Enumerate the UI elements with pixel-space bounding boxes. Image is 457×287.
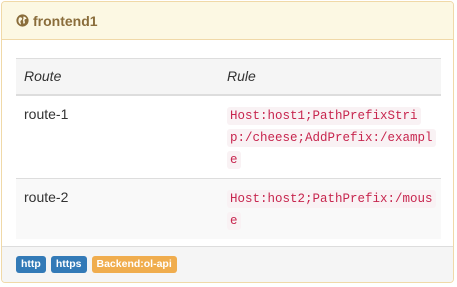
globe-icon bbox=[16, 14, 29, 27]
panel-body: Route Rule route-1 Host:host1;PathPrefix… bbox=[2, 40, 453, 246]
protocol-badge-https: https bbox=[50, 256, 87, 273]
table-row: route-2 Host:host2;PathPrefix:/mouse bbox=[16, 177, 441, 239]
route-name: route-1 bbox=[16, 94, 219, 178]
route-rule-cell: Host:host1;PathPrefixStrip:/cheese;AddPr… bbox=[219, 94, 441, 178]
protocol-badge-http: http bbox=[16, 256, 46, 273]
route-rule: Host:host2;PathPrefix:/mouse bbox=[227, 189, 436, 230]
routes-table: Route Rule route-1 Host:host1;PathPrefix… bbox=[16, 58, 441, 239]
route-rule: Host:host1;PathPrefixStrip:/cheese;AddPr… bbox=[227, 106, 436, 169]
table-header-row: Route Rule bbox=[16, 58, 441, 96]
panel-footer: http https Backend:ol-api bbox=[2, 246, 453, 282]
panel-heading: frontend1 bbox=[2, 2, 453, 40]
route-column-header: Route bbox=[16, 58, 219, 96]
route-name: route-2 bbox=[16, 177, 219, 239]
route-rule-cell: Host:host2;PathPrefix:/mouse bbox=[219, 177, 441, 239]
table-row: route-1 Host:host1;PathPrefixStrip:/chee… bbox=[16, 94, 441, 178]
backend-badge: Backend:ol-api bbox=[91, 256, 177, 273]
frontend-panel: frontend1 Route Rule route-1 Host:host1;… bbox=[1, 1, 454, 283]
rule-column-header: Rule bbox=[219, 58, 441, 96]
panel-title: frontend1 bbox=[33, 12, 98, 29]
